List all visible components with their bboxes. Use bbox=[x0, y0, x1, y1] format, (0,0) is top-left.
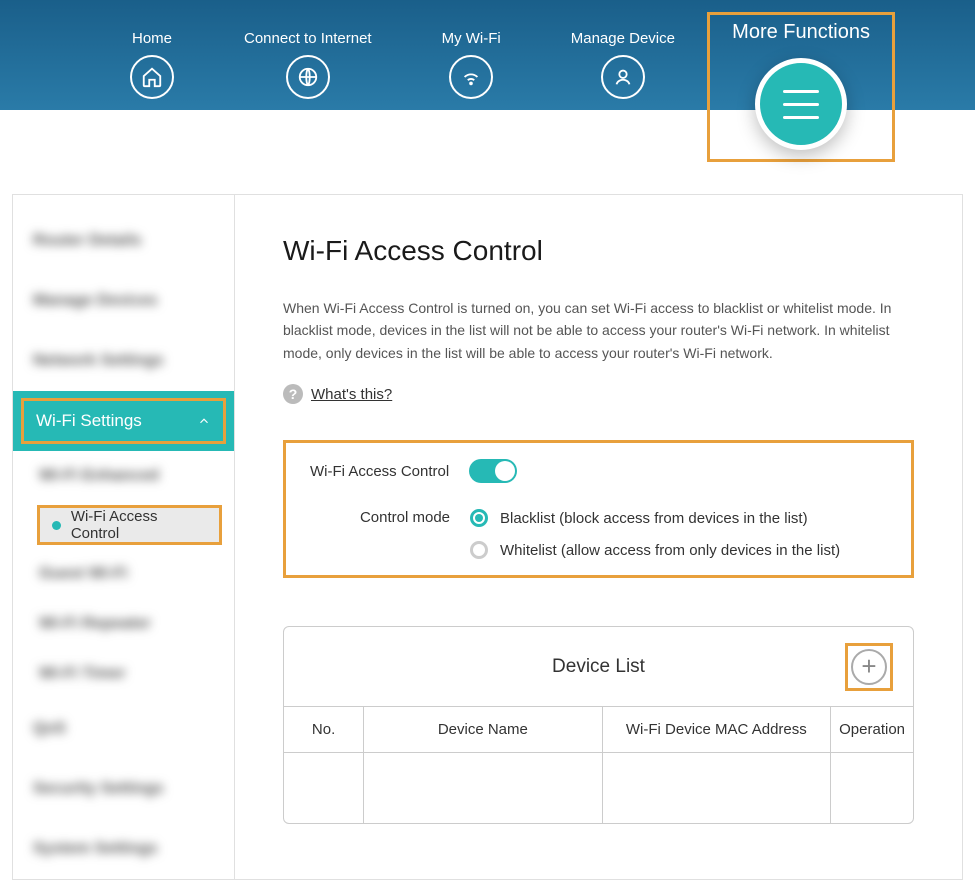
main-content: Wi-Fi Access Control When Wi-Fi Access C… bbox=[234, 194, 963, 880]
help-icon: ? bbox=[283, 384, 303, 404]
sidebar-item-blurred[interactable]: Router Details bbox=[13, 211, 234, 271]
sidebar-item-blurred[interactable]: QoS bbox=[13, 699, 234, 759]
user-icon bbox=[601, 55, 645, 99]
nav-wifi-label: My Wi-Fi bbox=[442, 30, 501, 47]
table-row-empty bbox=[284, 753, 913, 823]
more-functions-button[interactable] bbox=[755, 58, 847, 150]
device-table: No. Device Name Wi-Fi Device MAC Address… bbox=[284, 707, 913, 823]
whitelist-label: Whitelist (allow access from only device… bbox=[500, 542, 840, 559]
radio-whitelist[interactable]: Whitelist (allow access from only device… bbox=[470, 541, 840, 559]
wifi-settings-label: Wi-Fi Settings bbox=[36, 411, 142, 431]
nav-home[interactable]: Home bbox=[130, 30, 174, 99]
home-icon bbox=[130, 55, 174, 99]
sidebar-sub-wifi-access-control[interactable]: Wi-Fi Access Control bbox=[37, 505, 222, 545]
access-control-panel: Wi-Fi Access Control Control mode Blackl… bbox=[283, 440, 914, 578]
radio-blacklist[interactable]: Blacklist (block access from devices in … bbox=[470, 509, 840, 527]
page-description: When Wi-Fi Access Control is turned on, … bbox=[283, 297, 914, 364]
sidebar-sub-blurred[interactable]: Guest Wi-Fi bbox=[27, 549, 234, 599]
control-mode-label: Control mode bbox=[310, 509, 450, 526]
wifi-access-control-label: Wi-Fi Access Control bbox=[71, 508, 207, 542]
more-functions-highlight: More Functions bbox=[707, 12, 895, 162]
nav-my-wifi[interactable]: My Wi-Fi bbox=[442, 30, 501, 99]
active-dot-icon bbox=[52, 521, 61, 530]
wifi-icon bbox=[449, 55, 493, 99]
add-device-button[interactable]: + bbox=[851, 649, 887, 685]
access-control-toggle[interactable] bbox=[469, 459, 517, 483]
globe-icon bbox=[286, 55, 330, 99]
nav-home-label: Home bbox=[132, 30, 172, 47]
radio-icon bbox=[470, 509, 488, 527]
sidebar-item-blurred[interactable]: Security Settings bbox=[13, 759, 234, 819]
blacklist-label: Blacklist (block access from devices in … bbox=[500, 510, 808, 527]
add-device-highlight: + bbox=[845, 643, 893, 691]
whats-this-link[interactable]: What's this? bbox=[311, 386, 392, 403]
more-functions-label: More Functions bbox=[732, 21, 870, 44]
col-mac: Wi-Fi Device MAC Address bbox=[602, 707, 831, 753]
top-nav-bar: Home Connect to Internet My Wi-Fi Manage… bbox=[0, 0, 975, 110]
sidebar-sub-blurred[interactable]: Wi-Fi Timer bbox=[27, 649, 234, 699]
col-operation: Operation bbox=[831, 707, 913, 753]
device-list-title: Device List bbox=[552, 656, 645, 678]
sidebar-item-blurred[interactable]: Network Settings bbox=[13, 331, 234, 391]
plus-icon: + bbox=[861, 651, 876, 682]
sidebar-item-blurred[interactable]: Manage Devices bbox=[13, 271, 234, 331]
nav-connect-internet[interactable]: Connect to Internet bbox=[244, 30, 372, 99]
sidebar-sub-blurred[interactable]: Wi-Fi Repeater bbox=[27, 599, 234, 649]
chevron-up-icon bbox=[197, 414, 211, 428]
device-list-panel: Device List + No. Device Name Wi-Fi Devi… bbox=[283, 626, 914, 824]
toggle-label: Wi-Fi Access Control bbox=[310, 463, 449, 480]
nav-connect-label: Connect to Internet bbox=[244, 30, 372, 47]
sidebar-item-blurred[interactable]: System Settings bbox=[13, 819, 234, 879]
radio-icon bbox=[470, 541, 488, 559]
page-title: Wi-Fi Access Control bbox=[283, 235, 914, 267]
nav-manage-label: Manage Device bbox=[571, 30, 675, 47]
col-no: No. bbox=[284, 707, 364, 753]
sidebar-sub-blurred[interactable]: Wi-Fi Enhanced bbox=[27, 451, 234, 501]
hamburger-icon bbox=[783, 90, 819, 119]
col-device-name: Device Name bbox=[364, 707, 602, 753]
sidebar: Router Details Manage Devices Network Se… bbox=[12, 194, 234, 880]
nav-manage-device[interactable]: Manage Device bbox=[571, 30, 675, 99]
sidebar-item-wifi-settings[interactable]: Wi-Fi Settings bbox=[13, 391, 234, 451]
